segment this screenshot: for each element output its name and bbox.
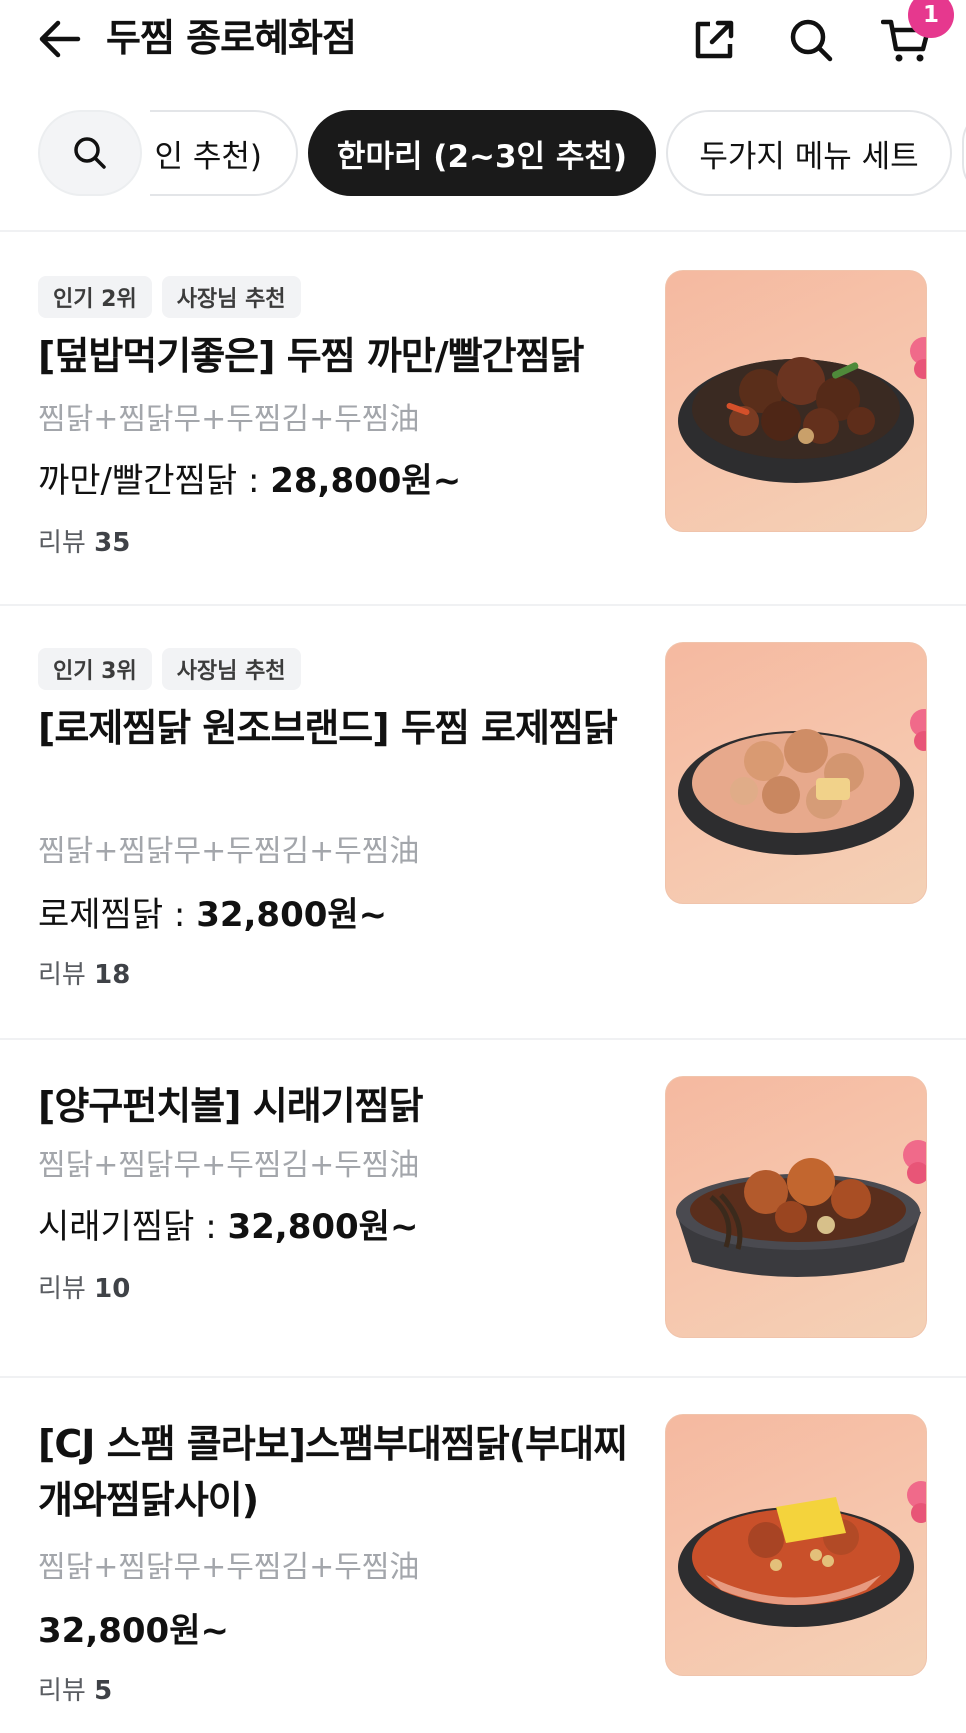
- price-value: 28,800원~: [270, 461, 462, 501]
- item-description: 찜닭+찜닭무+두찜김+두찜油: [38, 402, 420, 437]
- review-label: 리뷰: [38, 1676, 86, 1706]
- recommend-tag: 사장님 추천: [161, 276, 301, 318]
- review-count: 리뷰 5: [38, 1674, 112, 1708]
- item-name: [양구펀치볼] 시래기찜닭: [38, 1084, 424, 1128]
- search-icon: [74, 137, 106, 169]
- review-count: 리뷰 10: [38, 1272, 130, 1306]
- item-price: 까만/빨간찜닭 : 28,800원~: [38, 458, 461, 504]
- item-photo[interactable]: [665, 1414, 927, 1676]
- tag-list: 인기 2위 사장님 추천: [38, 276, 301, 318]
- menu-item[interactable]: 인기 3위 사장님 추천 [로제찜닭 원조브랜드] 두찜 로제찜닭 찜닭+찜닭무…: [0, 606, 966, 1036]
- review-number: 10: [94, 1274, 131, 1304]
- arrow-left-icon: [39, 20, 81, 58]
- category-chip-next[interactable]: 두가지 메뉴 세트: [666, 110, 952, 196]
- item-price: 32,800원~: [38, 1608, 229, 1654]
- category-chip-active[interactable]: 한마리 (2~3인 추천): [308, 110, 656, 196]
- share-icon: [695, 20, 734, 59]
- item-photo[interactable]: [665, 642, 927, 904]
- store-title: 두찜 종로혜화점: [106, 16, 357, 60]
- review-number: 35: [94, 528, 131, 558]
- category-chip-label: 인 추천): [154, 138, 262, 175]
- menu-search-button[interactable]: [38, 110, 142, 196]
- item-name: [CJ 스팸 콜라보]스팸부대찜닭(부대찌개와찜닭사이): [38, 1422, 628, 1522]
- item-description: 찜닭+찜닭무+두찜김+두찜油: [38, 1550, 420, 1585]
- review-count: 리뷰 18: [38, 958, 130, 992]
- menu-item[interactable]: [CJ 스팸 콜라보]스팸부대찜닭(부대찌개와찜닭사이) 찜닭+찜닭무+두찜김+…: [0, 1378, 966, 1733]
- category-chip-prev[interactable]: 인 추천): [150, 110, 298, 196]
- category-chip-label: 두가지 메뉴 세트: [699, 138, 919, 175]
- item-photo[interactable]: [665, 1076, 927, 1338]
- item-name: [로제찜닭 원조브랜드] 두찜 로제찜닭: [38, 706, 618, 750]
- tag-list: 인기 3위 사장님 추천: [38, 648, 301, 690]
- rank-tag: 인기 3위: [38, 648, 152, 690]
- item-price: 로제찜닭 : 32,800원~: [38, 892, 387, 938]
- menu-item[interactable]: 인기 2위 사장님 추천 [덮밥먹기좋은] 두찜 까만/빨간찜닭 찜닭+찜닭무+…: [0, 232, 966, 602]
- category-chip-bar: 인 추천) 한마리 (2~3인 추천) 두가지 메뉴 세트: [0, 94, 966, 206]
- cart-count-badge: 1: [908, 0, 954, 38]
- price-option: 로제찜닭 :: [38, 895, 197, 935]
- review-number: 5: [94, 1676, 113, 1706]
- review-count: 리뷰 35: [38, 526, 130, 560]
- recommend-tag: 사장님 추천: [161, 648, 301, 690]
- item-description: 찜닭+찜닭무+두찜김+두찜油: [38, 834, 420, 869]
- price-option: 시래기찜닭 :: [38, 1207, 228, 1247]
- review-label: 리뷰: [38, 960, 86, 990]
- price-value: 32,800원~: [38, 1611, 229, 1651]
- item-price: 시래기찜닭 : 32,800원~: [38, 1204, 418, 1250]
- app-header: 두찜 종로혜화점 1: [0, 0, 966, 80]
- price-option: 까만/빨간찜닭 :: [38, 461, 271, 501]
- item-name: [덮밥먹기좋은] 두찜 까만/빨간찜닭: [38, 334, 585, 378]
- review-label: 리뷰: [38, 528, 86, 558]
- share-button[interactable]: [684, 12, 744, 68]
- category-chip-more[interactable]: [962, 110, 966, 196]
- price-value: 32,800원~: [196, 895, 388, 935]
- back-button[interactable]: [32, 14, 88, 64]
- search-icon: [790, 19, 833, 62]
- item-description: 찜닭+찜닭무+두찜김+두찜油: [38, 1148, 420, 1183]
- rank-tag: 인기 2위: [38, 276, 152, 318]
- price-value: 32,800원~: [227, 1207, 419, 1247]
- search-button[interactable]: [781, 12, 841, 68]
- item-photo[interactable]: [665, 270, 927, 532]
- review-label: 리뷰: [38, 1274, 86, 1304]
- review-number: 18: [94, 960, 131, 990]
- menu-item[interactable]: [양구펀치볼] 시래기찜닭 찜닭+찜닭무+두찜김+두찜油 시래기찜닭 : 32,…: [0, 1040, 966, 1374]
- category-chip-label: 한마리 (2~3인 추천): [336, 138, 628, 175]
